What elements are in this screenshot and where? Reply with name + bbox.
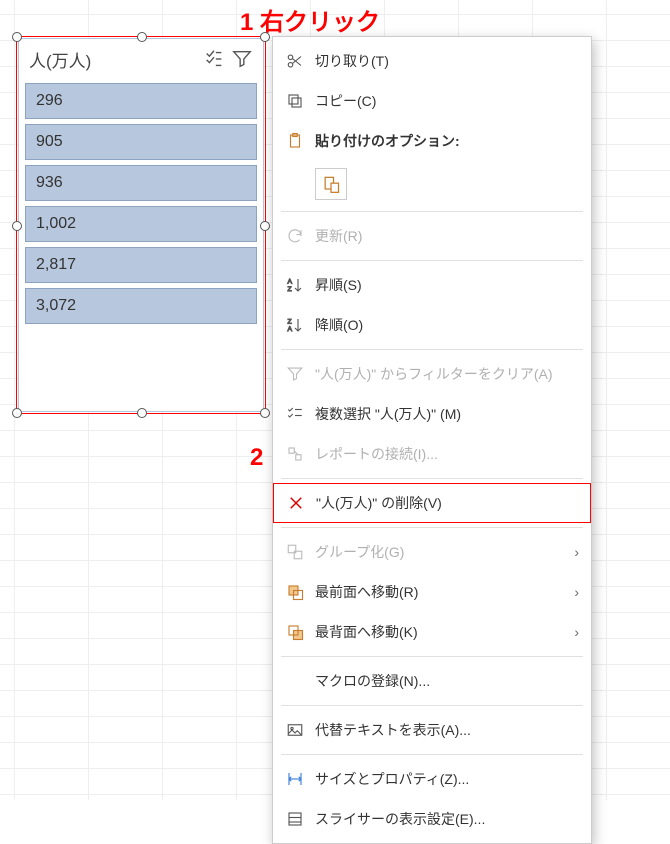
funnel-clear-icon xyxy=(281,362,309,386)
menu-separator xyxy=(281,349,583,350)
slicer-selection-box: 人(万人) 296 905 936 1,002 2,817 3,072 xyxy=(16,36,266,414)
annotation-step2: 2 xyxy=(250,444,263,472)
slicer-item[interactable]: 905 xyxy=(25,124,257,160)
svg-text:A: A xyxy=(288,279,293,286)
clipboard-icon xyxy=(281,129,309,153)
slicer-settings-icon xyxy=(281,807,309,831)
chevron-right-icon: › xyxy=(574,624,579,640)
bring-front-icon xyxy=(281,580,309,604)
menu-label: サイズとプロパティ(Z)... xyxy=(315,769,579,789)
resize-handle[interactable] xyxy=(12,408,22,418)
menu-report-connections: レポートの接続(I)... xyxy=(273,434,591,474)
refresh-icon xyxy=(281,224,309,248)
menu-separator xyxy=(281,705,583,706)
menu-label: 降順(O) xyxy=(315,315,579,335)
chevron-right-icon: › xyxy=(574,544,579,560)
copy-icon xyxy=(281,89,309,113)
chevron-right-icon: › xyxy=(574,584,579,600)
annotation-step1: 1 右クリック xyxy=(240,2,380,37)
menu-label: 最背面へ移動(K) xyxy=(315,622,574,642)
menu-label: グループ化(G) xyxy=(315,542,574,562)
menu-paste-options: 貼り付けのオプション: xyxy=(273,121,591,161)
svg-text:A: A xyxy=(288,326,293,333)
resize-handle[interactable] xyxy=(12,32,22,42)
resize-handle[interactable] xyxy=(260,32,270,42)
size-icon xyxy=(281,767,309,791)
menu-separator xyxy=(281,211,583,212)
menu-label: 貼り付けのオプション: xyxy=(315,131,579,151)
menu-assign-macro[interactable]: マクロの登録(N)... xyxy=(273,661,591,701)
menu-size-properties[interactable]: サイズとプロパティ(Z)... xyxy=(273,759,591,799)
menu-label: 最前面へ移動(R) xyxy=(315,582,574,602)
slicer-title: 人(万人) xyxy=(29,47,197,72)
checklist-icon xyxy=(281,402,309,426)
menu-label: "人(万人)" の削除(V) xyxy=(316,493,578,513)
paste-default-icon[interactable] xyxy=(315,168,347,200)
blank-icon xyxy=(281,669,309,693)
menu-label: 切り取り(T) xyxy=(315,51,579,71)
menu-slicer-settings[interactable]: スライサーの表示設定(E)... xyxy=(273,799,591,839)
report-conn-icon xyxy=(281,442,309,466)
menu-send-back[interactable]: 最背面へ移動(K) › xyxy=(273,612,591,652)
menu-clear-filter: "人(万人)" からフィルターをクリア(A) xyxy=(273,354,591,394)
resize-handle[interactable] xyxy=(137,32,147,42)
menu-label: 複数選択 "人(万人)" (M) xyxy=(315,404,579,424)
svg-text:Z: Z xyxy=(288,319,292,326)
menu-label: 代替テキストを表示(A)... xyxy=(315,720,579,740)
resize-handle[interactable] xyxy=(12,221,22,231)
clear-filter-icon[interactable] xyxy=(231,48,253,70)
multi-select-icon[interactable] xyxy=(203,48,225,70)
resize-handle[interactable] xyxy=(260,408,270,418)
menu-sort-asc[interactable]: AZ 昇順(S) xyxy=(273,265,591,305)
slicer-item[interactable]: 1,002 xyxy=(25,206,257,242)
scissors-icon xyxy=(281,49,309,73)
menu-copy[interactable]: コピー(C) xyxy=(273,81,591,121)
menu-separator xyxy=(281,754,583,755)
menu-refresh: 更新(R) xyxy=(273,216,591,256)
menu-multi-select[interactable]: 複数選択 "人(万人)" (M) xyxy=(273,394,591,434)
menu-separator xyxy=(281,527,583,528)
menu-label: 昇順(S) xyxy=(315,275,579,295)
resize-handle[interactable] xyxy=(260,221,270,231)
slicer-item[interactable]: 296 xyxy=(25,83,257,119)
menu-label: マクロの登録(N)... xyxy=(315,671,579,691)
menu-label: レポートの接続(I)... xyxy=(315,444,579,464)
slicer-item[interactable]: 936 xyxy=(25,165,257,201)
menu-cut[interactable]: 切り取り(T) xyxy=(273,41,591,81)
slicer-item[interactable]: 2,817 xyxy=(25,247,257,283)
menu-sort-desc[interactable]: ZA 降順(O) xyxy=(273,305,591,345)
menu-separator xyxy=(281,656,583,657)
menu-label: 更新(R) xyxy=(315,226,579,246)
slicer-panel[interactable]: 人(万人) 296 905 936 1,002 2,817 3,072 xyxy=(18,38,264,412)
menu-separator xyxy=(281,260,583,261)
menu-bring-front[interactable]: 最前面へ移動(R) › xyxy=(273,572,591,612)
slicer-header: 人(万人) xyxy=(19,39,263,79)
sort-asc-icon: AZ xyxy=(281,273,309,297)
slicer-item[interactable]: 3,072 xyxy=(25,288,257,324)
menu-label: スライサーの表示設定(E)... xyxy=(315,809,579,829)
menu-alt-text[interactable]: 代替テキストを表示(A)... xyxy=(273,710,591,750)
menu-label: "人(万人)" からフィルターをクリア(A) xyxy=(315,364,579,384)
sort-desc-icon: ZA xyxy=(281,313,309,337)
x-icon xyxy=(282,491,310,515)
menu-label: コピー(C) xyxy=(315,91,579,111)
send-back-icon xyxy=(281,620,309,644)
group-icon xyxy=(281,540,309,564)
menu-separator xyxy=(281,478,583,479)
context-menu: 切り取り(T) コピー(C) 貼り付けのオプション: 更新(R) AZ 昇順(S… xyxy=(272,36,592,844)
resize-handle[interactable] xyxy=(137,408,147,418)
menu-delete-slicer[interactable]: "人(万人)" の削除(V) xyxy=(273,483,591,523)
svg-text:Z: Z xyxy=(288,286,292,293)
alt-text-icon xyxy=(281,718,309,742)
slicer-items: 296 905 936 1,002 2,817 3,072 xyxy=(19,79,263,333)
paste-option-row xyxy=(273,161,591,207)
menu-group: グループ化(G) › xyxy=(273,532,591,572)
